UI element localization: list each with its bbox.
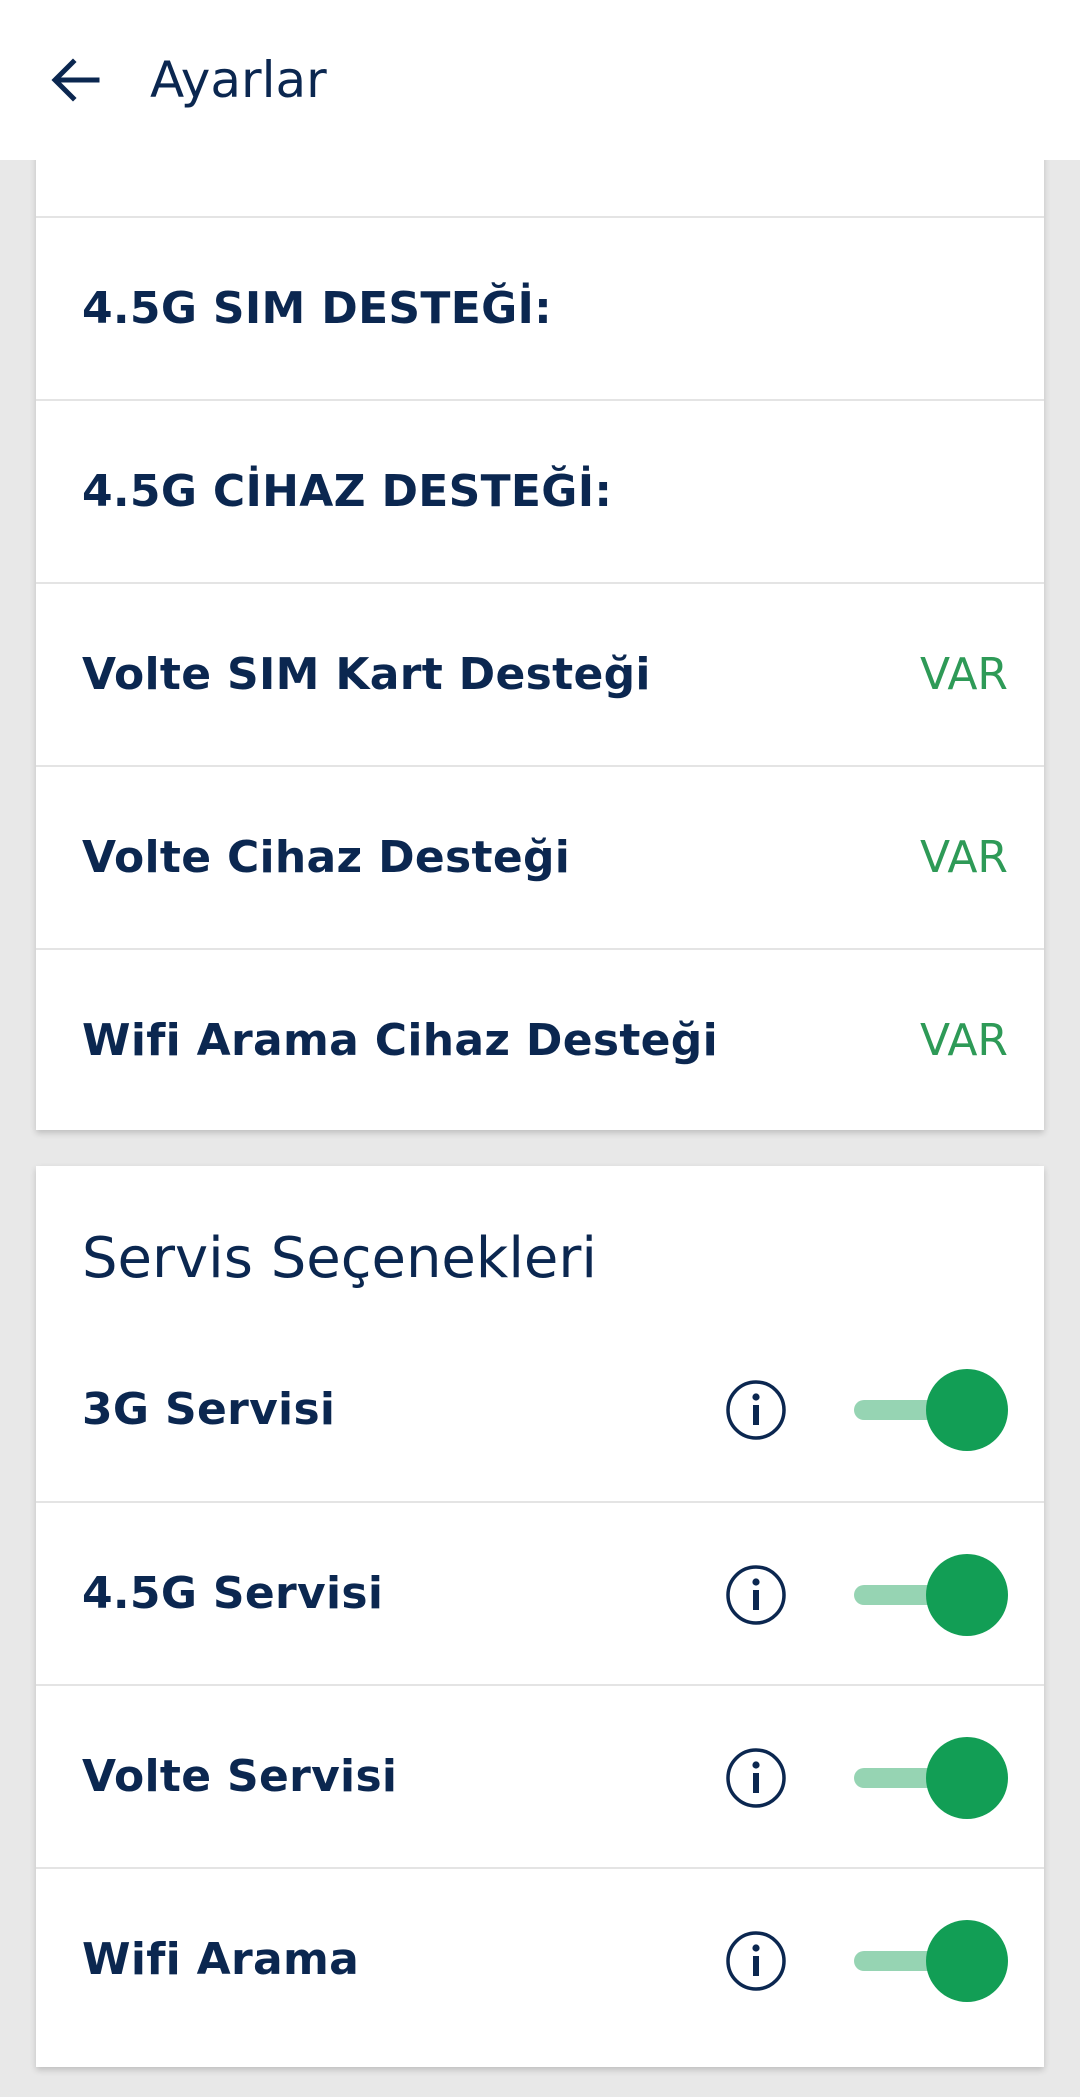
list-item: 4.5G CİHAZ DESTEĞİ: (36, 399, 1044, 582)
service-row-wifi-calling: Wifi Arama (36, 1867, 1044, 2050)
row-label: 4.5G CİHAZ DESTEĞİ: (82, 466, 613, 517)
back-button[interactable] (0, 0, 150, 160)
row-label: Wifi Arama Cihaz Desteği (82, 1015, 718, 1066)
status-value: VAR (920, 832, 1008, 883)
status-value: VAR (920, 1015, 1008, 1066)
toggle-knob (926, 1369, 1008, 1451)
row-label: 4.5G SIM DESTEĞİ: (82, 283, 553, 334)
app-bar: Ayarlar (0, 0, 1080, 160)
service-row-4-5g: 4.5G Servisi (36, 1501, 1044, 1684)
row-label: Volte SIM Kart Desteği (82, 649, 651, 700)
service-toggle-3g[interactable] (854, 1365, 1014, 1455)
page-title: Ayarlar (150, 51, 327, 109)
service-row-volte: Volte Servisi (36, 1684, 1044, 1867)
toggle-knob (926, 1920, 1008, 2002)
list-item: Wifi Arama Cihaz Desteği VAR (36, 948, 1044, 1131)
status-value: VAR (920, 649, 1008, 700)
service-label: Volte Servisi (82, 1751, 398, 1802)
toggle-knob (926, 1554, 1008, 1636)
info-icon[interactable] (724, 1563, 788, 1627)
list-item: Volte SIM Kart Desteği VAR (36, 582, 1044, 765)
info-icon[interactable] (724, 1746, 788, 1810)
arrow-left-icon (51, 58, 100, 102)
service-toggle-4-5g[interactable] (854, 1550, 1014, 1640)
service-toggle-wifi-calling[interactable] (854, 1916, 1014, 2006)
service-row-3g: 3G Servisi (36, 1318, 1044, 1501)
info-icon[interactable] (724, 1929, 788, 1993)
service-toggle-volte[interactable] (854, 1733, 1014, 1823)
section-title: Servis Seçenekleri (82, 1226, 597, 1291)
service-label: Wifi Arama (82, 1934, 360, 1985)
row-label: Volte Cihaz Desteği (82, 832, 571, 883)
toggle-knob (926, 1737, 1008, 1819)
list-item: 4.5G SIM DESTEĞİ: (36, 216, 1044, 399)
service-label: 4.5G Servisi (82, 1568, 384, 1619)
service-label: 3G Servisi (82, 1384, 336, 1435)
info-icon[interactable] (724, 1378, 788, 1442)
device-support-card: 4.5G SIM DESTEĞİ: 4.5G CİHAZ DESTEĞİ: Vo… (36, 120, 1044, 1130)
service-options-card: Servis Seçenekleri 3G Servisi 4.5G Servi… (36, 1166, 1044, 2067)
list-item: Volte Cihaz Desteği VAR (36, 765, 1044, 948)
